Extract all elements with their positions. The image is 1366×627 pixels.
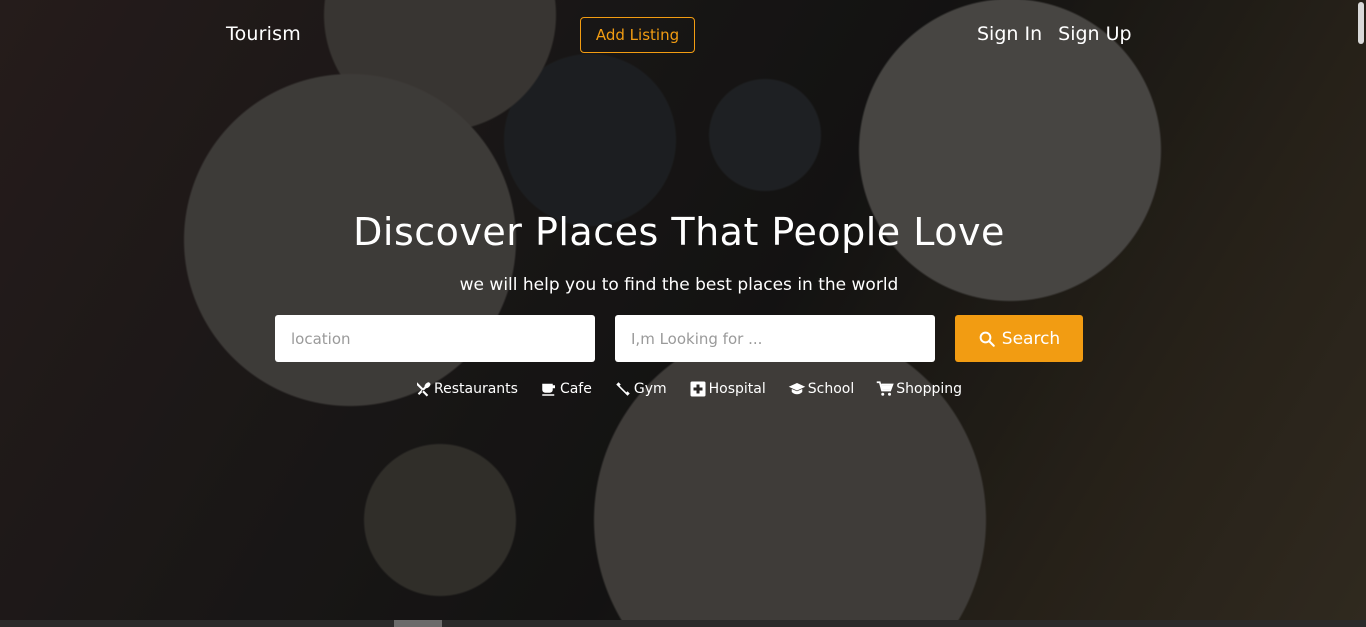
coffee-cup-icon (542, 383, 555, 396)
category-gym[interactable]: Gym (614, 380, 667, 398)
sign-up-link[interactable]: Sign Up (1058, 23, 1131, 45)
medical-cross-icon (690, 381, 706, 397)
horizontal-scrollbar-thumb[interactable] (394, 620, 442, 627)
dumbbell-icon (616, 382, 630, 396)
vertical-scrollbar-thumb[interactable] (1358, 2, 1364, 44)
category-school[interactable]: School (788, 380, 854, 398)
vertical-scrollbar[interactable] (1356, 0, 1366, 620)
auth-links: Sign In Sign Up (977, 23, 1132, 45)
brand-logo[interactable]: Tourism (226, 23, 301, 45)
hero-subtitle: we will help you to find the best places… (459, 275, 899, 295)
category-label: Shopping (896, 381, 962, 397)
category-cafe[interactable]: Cafe (540, 380, 592, 398)
hero-background-image (0, 0, 1366, 620)
category-shopping[interactable]: Shopping (876, 380, 962, 398)
search-icon (979, 331, 995, 347)
shopping-cart-icon (877, 381, 894, 396)
location-input[interactable] (275, 315, 595, 362)
search-button-label: Search (1001, 328, 1061, 349)
hero-title: Discover Places That People Love (353, 210, 1005, 254)
category-label: School (807, 381, 855, 397)
category-label: Hospital (708, 381, 766, 397)
category-label: Gym (633, 381, 667, 397)
category-label: Restaurants (434, 381, 518, 397)
keyword-input[interactable] (615, 315, 935, 362)
fork-knife-icon (417, 382, 431, 397)
add-listing-button[interactable]: Add Listing (580, 17, 695, 53)
category-links: Restaurants Cafe Gym Hospital School Sho… (414, 380, 962, 398)
category-hospital[interactable]: Hospital (689, 380, 766, 398)
horizontal-scrollbar[interactable] (0, 620, 1366, 627)
category-restaurants[interactable]: Restaurants (414, 380, 518, 398)
search-button[interactable]: Search (955, 315, 1083, 362)
graduation-cap-icon (788, 383, 806, 395)
sign-in-link[interactable]: Sign In (977, 23, 1042, 45)
category-label: Cafe (559, 381, 592, 397)
